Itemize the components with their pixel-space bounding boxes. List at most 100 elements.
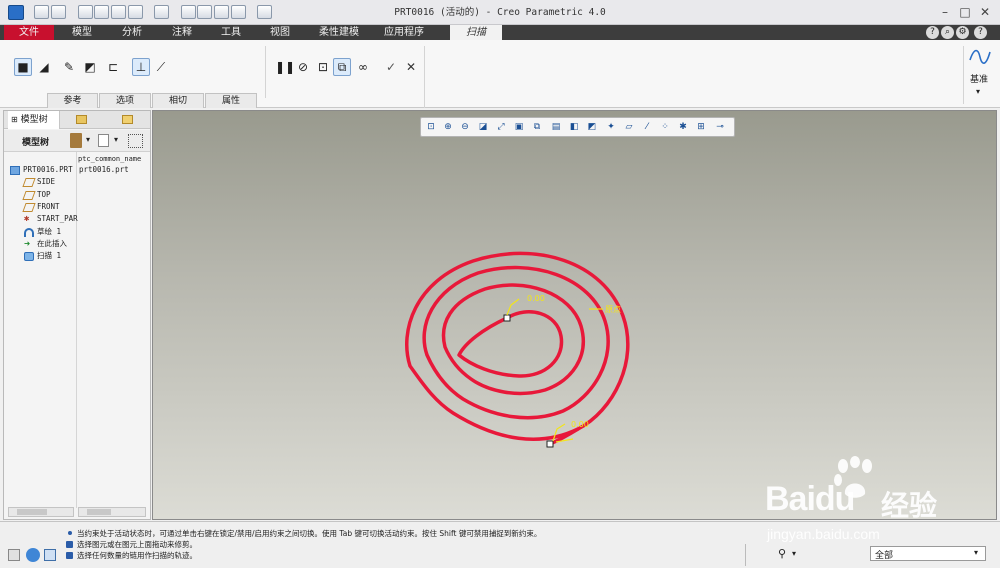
copy-icon[interactable] (197, 5, 212, 19)
tab-analysis[interactable]: 分析 (108, 25, 156, 40)
minimize-icon[interactable]: – (936, 3, 954, 21)
browser-icon[interactable] (26, 548, 40, 562)
tab-view[interactable]: 视图 (256, 25, 304, 40)
variable-section-icon[interactable]: ⟋ (152, 58, 170, 76)
tree-settings-icon[interactable] (70, 133, 82, 148)
tree-item-csys[interactable]: ✱ START_PAR (24, 213, 78, 225)
chevron-down-icon[interactable]: ▾ (86, 135, 90, 144)
tree-item-part-value: prt0016.prt (79, 165, 129, 174)
tab-annotate[interactable]: 注释 (158, 25, 206, 40)
status-message-text: 选择任何数量的链用作扫描的轨迹。 (77, 551, 197, 560)
sweep-icon (24, 251, 34, 261)
status-message-1: 当约束处于活动状态时，可通过单击右键在锁定/禁用/启用约束之间切换。使用 Tab… (66, 528, 541, 539)
undo-icon[interactable] (128, 5, 143, 19)
verify-mode-icon[interactable]: ⧉ (333, 58, 351, 76)
print-icon[interactable] (111, 5, 126, 19)
datum-label[interactable]: 基准 (970, 72, 988, 85)
trajectory-curve-2[interactable] (422, 265, 610, 420)
tab-applications[interactable]: 应用程序 (372, 25, 436, 40)
help-center-icon[interactable]: ? (974, 26, 987, 39)
preview-icon[interactable]: ⊡ (314, 58, 332, 76)
start-point-marker[interactable] (503, 314, 511, 322)
solid-icon[interactable]: ■ (14, 58, 32, 76)
tree-item-label: 草绘 1 (37, 227, 62, 236)
tab-favorites[interactable] (104, 111, 150, 129)
scrollbar-thumb[interactable] (87, 509, 111, 515)
open-file-icon[interactable] (51, 5, 66, 19)
panel-tab-properties[interactable]: 属性 (205, 93, 257, 108)
help-icon[interactable]: ? (926, 26, 939, 39)
datum-plane-icon (22, 202, 36, 212)
tree-toolbar-label: 模型树 (22, 138, 50, 148)
show-icon[interactable] (98, 134, 109, 147)
end-point-marker[interactable] (546, 440, 554, 448)
remove-material-icon[interactable]: ◩ (81, 58, 99, 76)
coordinate-system-icon: ✱ (24, 213, 30, 224)
thicken-icon[interactable]: ⊏ (104, 58, 122, 76)
tab-sweep[interactable]: 扫描 (450, 25, 502, 40)
regenerate-icon[interactable] (78, 5, 93, 19)
window-icon[interactable] (214, 5, 229, 19)
cancel-icon[interactable]: ✕ (402, 58, 420, 76)
regen-icon[interactable] (181, 5, 196, 19)
info-icon (68, 531, 72, 535)
insert-here-icon: ➜ (24, 238, 31, 250)
new-file-icon[interactable] (34, 5, 49, 19)
tab-file[interactable]: 文件 (4, 25, 54, 40)
tab-model[interactable]: 模型 (56, 25, 108, 40)
favorites-icon (121, 115, 133, 124)
pause-icon[interactable]: ❚❚ (274, 58, 295, 76)
horizontal-scrollbar-right[interactable] (78, 507, 146, 517)
tree-item-top[interactable]: TOP (22, 189, 51, 201)
panel-tab-tangency[interactable]: 相切 (152, 93, 204, 108)
tree-toolbar: 模型树 ▾ ▾ (4, 130, 150, 152)
creo-window: PRT0016 (活动的) - Creo Parametric 4.0 – □ … (0, 0, 1000, 568)
ribbon-tab-bar: 文件 模型 分析 注释 工具 视图 柔性建模 应用程序 扫描 (0, 25, 1000, 40)
glasses-icon[interactable]: ∞ (354, 58, 372, 76)
datum-icon[interactable] (968, 46, 992, 68)
status-message-2: 选择图元或在图元上面拖动来修剪。 (66, 539, 197, 550)
chevron-down-icon[interactable]: ▾ (976, 87, 980, 96)
redo-icon[interactable] (154, 5, 169, 19)
fullscreen-icon[interactable] (44, 549, 56, 561)
tree-item-front[interactable]: FRONT (22, 201, 60, 213)
close-icon[interactable]: ✕ (976, 3, 994, 21)
status-message-text: 选择图元或在图元上面拖动来修剪。 (77, 540, 197, 549)
ok-icon[interactable]: ✓ (382, 58, 400, 76)
save-icon[interactable] (94, 5, 109, 19)
tree-item-insert-here[interactable]: ➜ 在此插入 (24, 238, 67, 250)
horizontal-scrollbar-left[interactable] (8, 507, 74, 517)
close-window-icon[interactable] (257, 5, 272, 19)
filter-icon[interactable] (128, 134, 143, 148)
tree-item-sketch[interactable]: 草绘 1 (24, 226, 61, 238)
constant-section-icon[interactable]: ⊥ (132, 58, 150, 76)
search-icon[interactable]: ⌕ (941, 26, 954, 39)
tree-item-label: PRT0016.PRT (23, 165, 73, 174)
panel-toggle-icon[interactable] (8, 549, 20, 561)
maximize-icon[interactable]: □ (956, 3, 974, 21)
watermark-brand: Baidu (765, 480, 855, 518)
tree-item-sweep[interactable]: 扫描 1 (24, 250, 61, 262)
tree-icon: ⊞ (11, 115, 18, 124)
model-tree-panel: ⊞ 模型树 模型树 ▾ ▾ ptc_common_name PRT0016.PR… (3, 110, 151, 520)
tree-item-label: FRONT (37, 202, 60, 211)
tab-folder-browser[interactable] (60, 111, 102, 129)
tree-item-side[interactable]: SIDE (22, 176, 55, 188)
tree-item-label: 在此插入 (37, 239, 67, 248)
tab-tools[interactable]: 工具 (206, 25, 256, 40)
settings-icon[interactable]: ⚙ (956, 26, 969, 39)
sketch-section-icon[interactable]: ✎ (60, 58, 78, 76)
panel-tab-references[interactable]: 参考 (47, 93, 98, 108)
tree-item-part[interactable]: PRT0016.PRT (10, 164, 73, 176)
tab-model-tree[interactable]: ⊞ 模型树 (8, 111, 60, 129)
panel-tab-options[interactable]: 选项 (99, 93, 151, 108)
surface-icon[interactable]: ◢ (35, 58, 53, 76)
no-preview-icon[interactable]: ⊘ (294, 58, 312, 76)
watermark-chinese: 经验 (881, 489, 938, 522)
trajectory-curve-1[interactable] (405, 251, 630, 441)
ribbon-separator (265, 46, 266, 98)
tab-flexible-modeling[interactable]: 柔性建模 (306, 25, 372, 40)
chevron-down-icon[interactable]: ▾ (114, 135, 118, 144)
switch-window-icon[interactable] (231, 5, 246, 19)
scrollbar-thumb[interactable] (17, 509, 47, 515)
